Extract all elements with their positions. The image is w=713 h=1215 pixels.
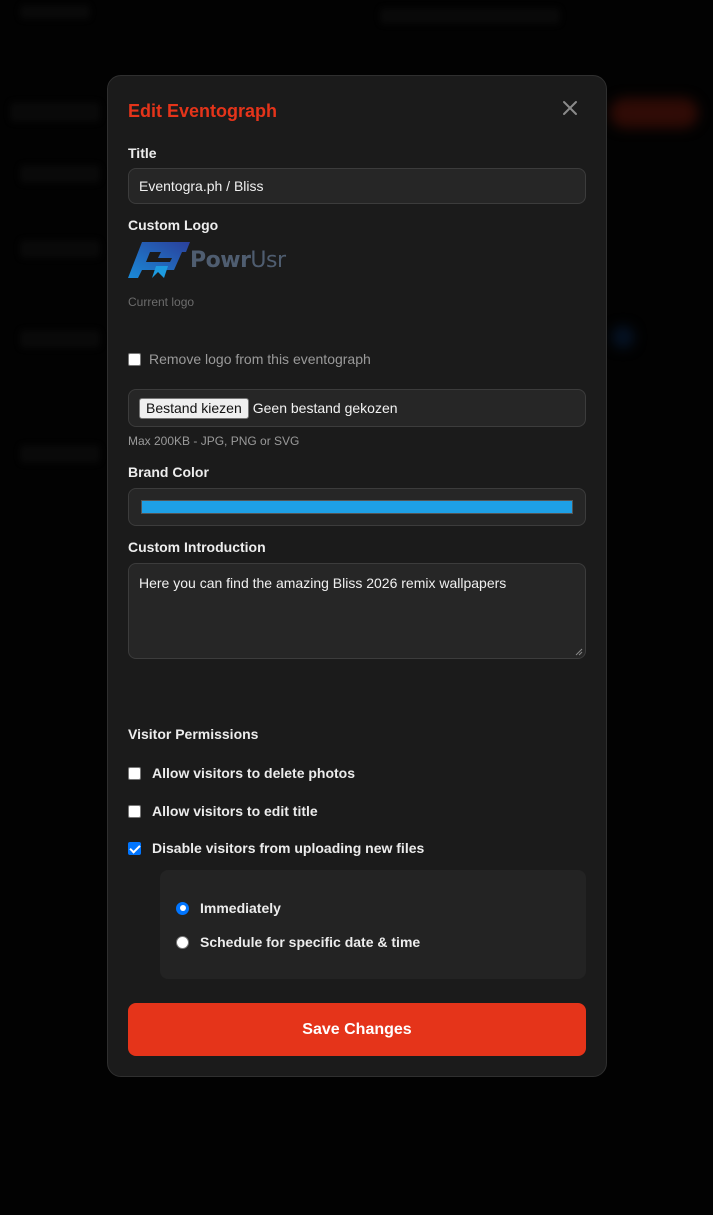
remove-logo-checkbox[interactable] <box>128 352 141 366</box>
permission-disable-uploads[interactable]: Disable visitors from uploading new file… <box>128 840 424 856</box>
custom-logo-label: Custom Logo <box>128 217 219 233</box>
logo-file-input[interactable]: Bestand kiezen Geen bestand gekozen <box>128 389 586 427</box>
disable-uploads-label: Disable visitors from uploading new file… <box>152 840 425 856</box>
save-changes-button[interactable]: Save Changes <box>128 1003 586 1056</box>
brand-color-swatch <box>141 500 573 514</box>
immediately-radio[interactable] <box>176 901 189 915</box>
remove-logo-label: Remove logo from this eventograph <box>149 351 371 367</box>
title-label: Title <box>128 145 157 161</box>
permission-edit-title[interactable]: Allow visitors to edit title <box>128 803 318 819</box>
dialog-title: Edit Eventograph <box>128 101 278 121</box>
edit-title-label: Allow visitors to edit title <box>152 803 318 819</box>
file-status: Geen bestand gekozen <box>252 400 398 416</box>
logo-text: PowrUsr <box>190 248 286 273</box>
edit-title-checkbox[interactable] <box>128 804 141 818</box>
remove-logo-option[interactable]: Remove logo from this eventograph <box>128 351 371 367</box>
brand-color-picker[interactable] <box>128 488 586 526</box>
edit-eventograph-dialog: Edit Eventograph Title Eventogra.ph / Bl… <box>107 75 607 1077</box>
schedule-radio[interactable] <box>176 935 189 949</box>
schedule-label: Schedule for specific date & time <box>200 934 421 950</box>
delete-photos-label: Allow visitors to delete photos <box>152 765 356 781</box>
current-logo-caption: Current logo <box>128 295 195 309</box>
visitor-permissions-label: Visitor Permissions <box>128 726 259 742</box>
disable-uploads-checkbox[interactable] <box>128 841 141 855</box>
delete-photos-checkbox[interactable] <box>128 766 141 780</box>
custom-introduction-textarea[interactable]: Here you can find the amazing Bliss 2026… <box>128 563 586 659</box>
permission-delete-photos[interactable]: Allow visitors to delete photos <box>128 765 355 781</box>
close-button[interactable] <box>560 98 580 118</box>
schedule-option-specific[interactable]: Schedule for specific date & time <box>176 934 420 950</box>
resize-handle-icon[interactable] <box>575 648 583 656</box>
title-input[interactable]: Eventogra.ph / Bliss <box>128 168 586 204</box>
custom-introduction-label: Custom Introduction <box>128 539 266 555</box>
schedule-option-immediately[interactable]: Immediately <box>176 900 281 916</box>
file-hint: Max 200KB - JPG, PNG or SVG <box>128 434 300 448</box>
powrusr-logo: PowrUsr <box>128 240 286 280</box>
logo-mark-icon <box>128 242 190 278</box>
choose-file-button[interactable]: Bestand kiezen <box>139 397 249 419</box>
introduction-text: Here you can find the amazing Bliss 2026… <box>139 575 507 591</box>
immediately-label: Immediately <box>200 900 281 916</box>
close-icon <box>563 101 577 115</box>
brand-color-label: Brand Color <box>128 464 209 480</box>
upload-schedule-panel: Immediately Schedule for specific date &… <box>160 870 586 979</box>
